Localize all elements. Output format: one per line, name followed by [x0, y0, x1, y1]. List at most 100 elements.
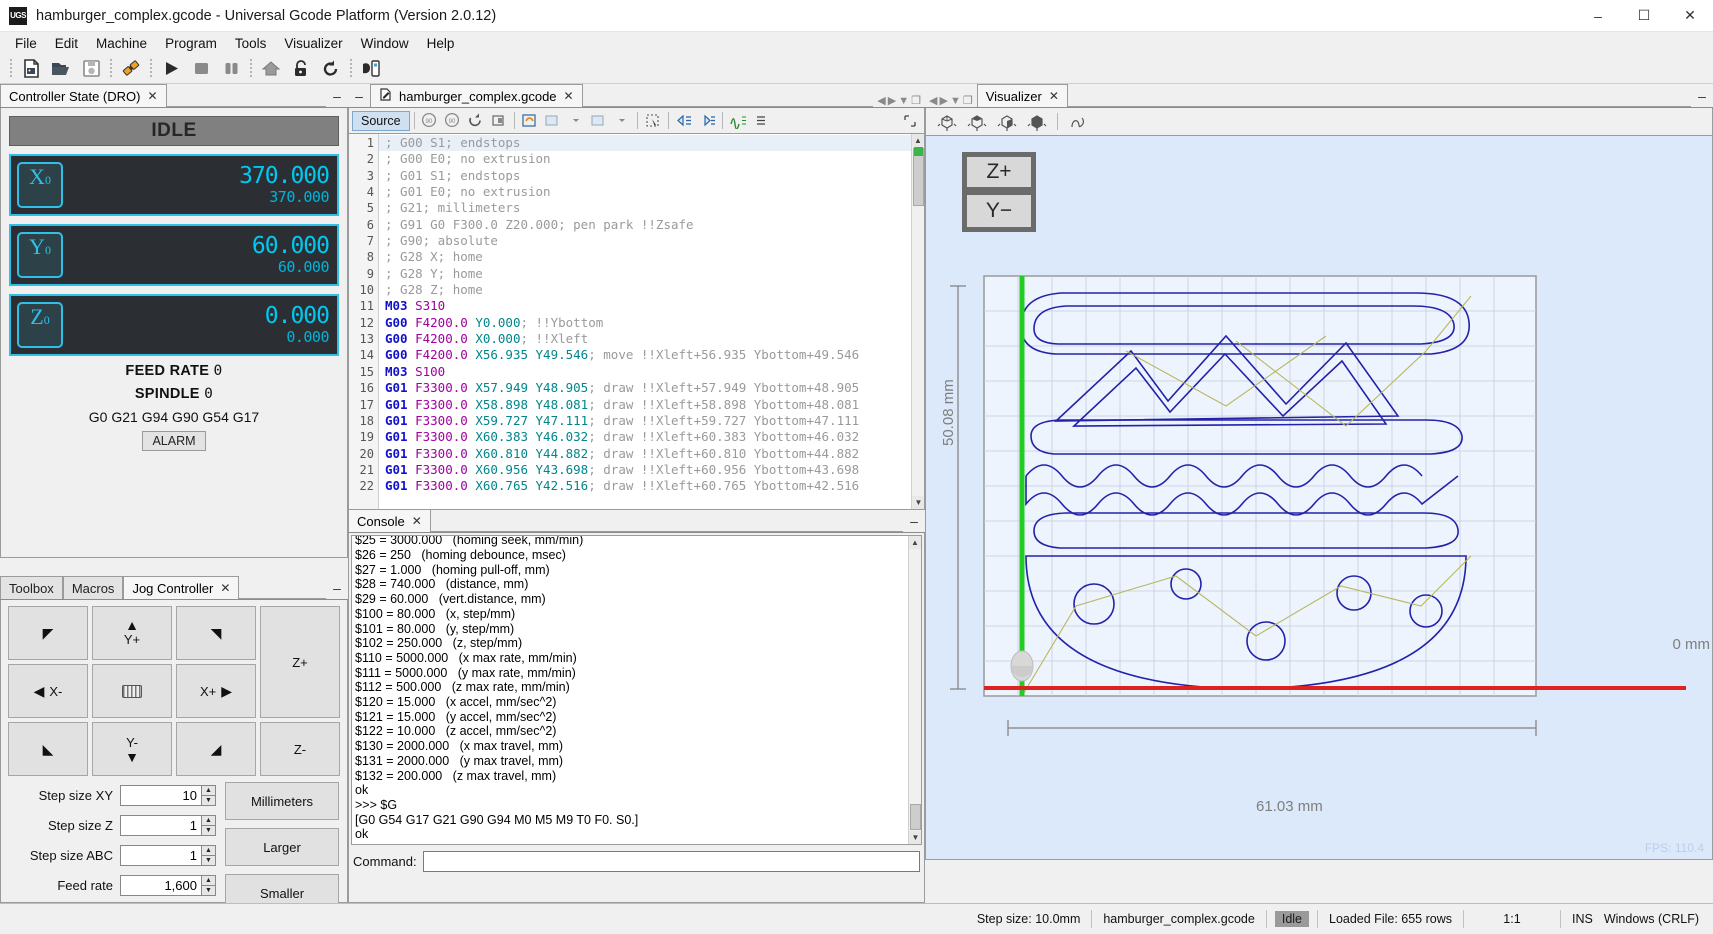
toolpath-icon[interactable] — [1065, 110, 1091, 134]
code-line[interactable]: M03 S310 — [379, 298, 924, 314]
tab-macros[interactable]: Macros — [63, 576, 124, 599]
close-icon[interactable]: ✕ — [564, 89, 574, 103]
menu-file[interactable]: File — [6, 34, 46, 53]
view-top-icon[interactable] — [964, 110, 990, 134]
source-view-button[interactable]: Source — [352, 111, 410, 131]
code-line[interactable]: G01 F3300.0 X60.765 Y42.516; draw !!Xlef… — [379, 478, 924, 494]
maximize-visualizer-icon[interactable]: ❐ — [963, 94, 973, 107]
jog-nw-button[interactable]: ◤ — [8, 606, 88, 660]
stepper-up-icon[interactable]: ▲ — [201, 785, 216, 796]
step-size-z-input[interactable]: 1 — [120, 815, 201, 836]
tab-visualizer[interactable]: Visualizer ✕ — [977, 84, 1068, 107]
code-line[interactable]: ; G91 G0 F300.0 Z20.000; pen park !!Zsaf… — [379, 217, 924, 233]
close-icon[interactable]: ✕ — [147, 89, 157, 103]
unlock-icon[interactable] — [288, 56, 314, 82]
minimize-jog-button[interactable]: – — [326, 577, 348, 599]
measure-icon[interactable] — [488, 111, 510, 131]
menu-edit[interactable]: Edit — [46, 34, 87, 53]
code-line[interactable]: G00 F4200.0 X0.000; !!Xleft — [379, 331, 924, 347]
import-icon[interactable] — [588, 111, 610, 131]
minimize-visualizer-button[interactable]: – — [1691, 85, 1713, 107]
next-tab-icon[interactable]: ▶ — [939, 94, 947, 107]
minimize-console-button[interactable]: – — [903, 510, 925, 532]
editor-vertical-scrollbar[interactable]: ▲ ▼ — [911, 134, 924, 509]
code-line[interactable]: ; G28 Z; home — [379, 282, 924, 298]
minimize-editor-button[interactable]: – — [348, 85, 370, 107]
step-size-xy-input[interactable]: 10 — [120, 785, 201, 806]
scroll-up-icon[interactable]: ▲ — [912, 134, 924, 147]
menu-window[interactable]: Window — [352, 34, 418, 53]
gcode-text-content[interactable]: ; G00 S1; endstops; G00 E0; no extrusion… — [379, 134, 924, 509]
scroll-up-icon[interactable]: ▲ — [909, 536, 921, 549]
step-size-abc-input[interactable]: 1 — [120, 845, 201, 866]
view-iso-icon[interactable] — [934, 110, 960, 134]
menu-program[interactable]: Program — [156, 34, 226, 53]
pause-icon[interactable] — [218, 56, 244, 82]
code-line[interactable]: G01 F3300.0 X60.810 Y44.882; draw !!Xlef… — [379, 446, 924, 462]
code-line[interactable]: ; G21; millimeters — [379, 200, 924, 216]
tab-controller-state-dro[interactable]: Controller State (DRO) ✕ — [0, 84, 167, 107]
new-file-icon[interactable] — [18, 56, 44, 82]
code-line[interactable]: G01 F3300.0 X60.383 Y46.032; draw !!Xlef… — [379, 429, 924, 445]
stepper-up-icon[interactable]: ▲ — [201, 875, 216, 886]
tab-jog-controller[interactable]: Jog Controller ✕ — [123, 576, 239, 599]
code-line[interactable]: ; G28 X; home — [379, 249, 924, 265]
step-size-abc-stepper[interactable]: 1 ▲ ▼ — [120, 845, 216, 866]
select-region-icon[interactable] — [642, 111, 664, 131]
maximize-editor-icon[interactable]: ❐ — [911, 94, 921, 107]
chevron-down-icon[interactable] — [565, 111, 587, 131]
tab-gcode-file[interactable]: hamburger_complex.gcode ✕ — [370, 84, 583, 107]
jog-se-button[interactable]: ◢ — [176, 722, 256, 776]
toggle-bookmark-icon[interactable] — [727, 111, 749, 131]
code-line[interactable]: ; G01 E0; no extrusion — [379, 184, 924, 200]
reset-icon[interactable] — [318, 56, 344, 82]
machine-icon[interactable] — [358, 56, 384, 82]
jog-z-minus-button[interactable]: Z- — [260, 722, 340, 776]
prev-tab-icon[interactable]: ◀ — [877, 94, 885, 107]
console-output[interactable]: $25 = 3000.000 (homing seek, mm/min)$26 … — [351, 535, 922, 845]
jog-sw-button[interactable]: ◣ — [8, 722, 88, 776]
stop-icon[interactable] — [188, 56, 214, 82]
zero-x-button[interactable]: X0 — [17, 162, 63, 208]
list-options-icon[interactable] — [750, 111, 772, 131]
export-icon[interactable] — [542, 111, 564, 131]
scrollbar-thumb[interactable] — [913, 148, 924, 206]
maximize-window-button[interactable]: ☐ — [1621, 0, 1667, 32]
step-size-z-stepper[interactable]: 1 ▲ ▼ — [120, 815, 216, 836]
scrollbar-thumb[interactable] — [910, 804, 921, 830]
y-minus-view-button[interactable]: Y− — [962, 192, 1036, 232]
stepper-down-icon[interactable]: ▼ — [201, 886, 216, 896]
zoom-out-90-icon[interactable]: 90 — [419, 111, 441, 131]
alarm-button[interactable]: ALARM — [142, 431, 205, 451]
jog-y-minus-button[interactable]: Y- ▼ — [92, 722, 172, 776]
stepper-up-icon[interactable]: ▲ — [201, 845, 216, 856]
refresh-icon[interactable] — [465, 111, 487, 131]
close-icon[interactable]: ✕ — [1049, 89, 1059, 103]
jog-z-plus-button[interactable]: Z+ — [260, 606, 340, 718]
menu-tools[interactable]: Tools — [226, 34, 276, 53]
tab-console[interactable]: Console ✕ — [348, 509, 431, 532]
stepper-up-icon[interactable]: ▲ — [201, 815, 216, 826]
outdent-icon[interactable] — [673, 111, 695, 131]
connect-plug-icon[interactable] — [118, 56, 144, 82]
close-icon[interactable]: ✕ — [220, 581, 230, 595]
expand-editor-icon[interactable] — [899, 111, 921, 131]
apply-toolpath-icon[interactable] — [519, 111, 541, 131]
code-line[interactable]: G01 F3300.0 X58.898 Y48.081; draw !!Xlef… — [379, 397, 924, 413]
jog-y-plus-button[interactable]: ▲ Y+ — [92, 606, 172, 660]
step-size-xy-stepper[interactable]: 10 ▲ ▼ — [120, 785, 216, 806]
tab-list-dropdown-icon[interactable]: ▼ — [898, 95, 909, 107]
play-icon[interactable] — [158, 56, 184, 82]
zero-z-button[interactable]: Z0 — [17, 302, 63, 348]
next-tab-icon[interactable]: ▶ — [888, 94, 896, 107]
visualizer-canvas[interactable]: Z+ Y− 61.03 mm 50.08 mm 0 mm FPS: 110.4 — [925, 136, 1713, 860]
z-plus-view-button[interactable]: Z+ — [962, 152, 1036, 192]
jog-ne-button[interactable]: ◥ — [176, 606, 256, 660]
units-millimeters-button[interactable]: Millimeters — [225, 782, 339, 820]
prev-tab-icon[interactable]: ◀ — [929, 94, 937, 107]
code-line[interactable]: ; G90; absolute — [379, 233, 924, 249]
minimize-window-button[interactable]: – — [1575, 0, 1621, 32]
stepper-down-icon[interactable]: ▼ — [201, 856, 216, 866]
close-window-button[interactable]: ✕ — [1667, 0, 1713, 32]
code-line[interactable]: G00 F4200.0 Y0.000; !!Ybottom — [379, 315, 924, 331]
